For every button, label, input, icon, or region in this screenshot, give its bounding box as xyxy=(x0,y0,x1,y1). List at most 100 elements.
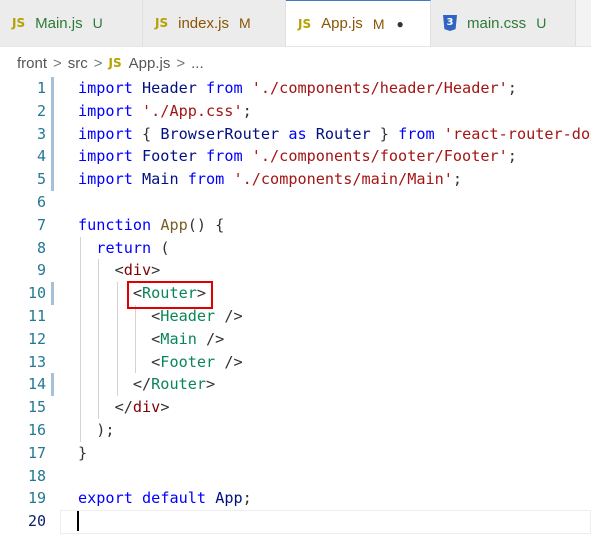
code-line: 10 <Router> xyxy=(0,282,591,305)
line-number: 3 xyxy=(36,124,46,143)
code-token: import xyxy=(78,79,133,97)
code-line: 1 import Header from './components/header… xyxy=(0,77,591,100)
breadcrumb-item[interactable]: front xyxy=(17,55,47,72)
code-token: ; xyxy=(242,101,252,120)
code-token: import xyxy=(78,124,133,143)
code-token: './App.css' xyxy=(132,101,243,120)
breadcrumb-item[interactable]: App.js xyxy=(129,55,171,72)
code-text[interactable]: </div> xyxy=(78,396,170,419)
code-line: 2 import './App.css'; xyxy=(0,99,591,123)
tab-label: index.js xyxy=(178,14,229,32)
code-text[interactable]: import Header from './components/header/… xyxy=(78,77,517,100)
code-line: 9 <div> xyxy=(0,259,591,282)
code-token: from xyxy=(398,124,435,143)
modified-line-marker xyxy=(51,168,54,191)
code-text[interactable]: <Main /> xyxy=(78,328,224,351)
git-status-badge: U xyxy=(92,15,103,31)
code-token: < xyxy=(78,307,161,325)
code-token: from xyxy=(187,170,225,189)
indent-guide xyxy=(116,282,118,397)
tab-Main-js[interactable]: JS Main.js U xyxy=(0,0,143,46)
code-token: { xyxy=(132,124,161,143)
line-number: 15 xyxy=(27,398,46,417)
line-number: 8 xyxy=(36,238,46,257)
code-token: > xyxy=(160,398,170,417)
code-text[interactable]: function App() { xyxy=(78,214,224,237)
line-number: 7 xyxy=(36,215,46,234)
code-token: /> xyxy=(196,329,225,348)
css-file-icon: 3 xyxy=(443,15,457,31)
code-text[interactable]: export default App; xyxy=(78,487,252,510)
code-token: () { xyxy=(187,215,225,234)
code-token: BrowserRouter xyxy=(160,124,280,143)
code-line: 13 <Footer /> xyxy=(0,351,591,374)
modified-line-marker xyxy=(51,145,54,169)
code-token: div xyxy=(132,398,161,417)
modified-line-marker xyxy=(51,77,54,100)
code-token: div xyxy=(123,261,152,280)
code-token: Header xyxy=(160,307,216,325)
unsaved-dot-icon[interactable]: ● xyxy=(396,17,403,31)
code-token: Main xyxy=(160,329,197,348)
js-file-icon: JS xyxy=(108,56,122,70)
indent-guide xyxy=(80,236,81,442)
code-token: from xyxy=(206,147,243,166)
line-number: 10 xyxy=(27,284,46,303)
code-line: 12 <Main /> xyxy=(0,328,591,351)
code-line: 16 ); xyxy=(0,419,591,442)
line-number: 13 xyxy=(27,352,46,371)
code-token: from xyxy=(206,79,243,97)
code-token: /> xyxy=(215,307,243,325)
tab-main-css[interactable]: 3 main.css U xyxy=(431,0,576,46)
line-number: 11 xyxy=(27,307,46,325)
line-number: 12 xyxy=(27,329,46,348)
tab-label: Main.js xyxy=(35,14,83,32)
code-token: import xyxy=(78,101,133,120)
code-text[interactable]: } xyxy=(78,442,87,465)
code-token: /> xyxy=(215,352,243,371)
indent-guide xyxy=(98,259,100,419)
code-token: Router xyxy=(151,375,207,394)
code-text[interactable]: import Main from './components/main/Main… xyxy=(78,168,462,191)
code-line: 19 export default App; xyxy=(0,487,591,510)
tab-label: App.js xyxy=(321,15,363,32)
code-text[interactable]: import Footer from './components/footer/… xyxy=(78,145,517,168)
code-token: > xyxy=(151,261,161,280)
code-token: Main xyxy=(132,170,188,189)
line-number: 18 xyxy=(27,466,46,485)
code-text[interactable]: import './App.css'; xyxy=(78,100,252,123)
code-token: < xyxy=(78,329,161,348)
code-line: 4 import Footer from './components/footer… xyxy=(0,145,591,169)
line-number: 6 xyxy=(36,193,46,211)
code-text[interactable]: return ( xyxy=(78,237,169,260)
code-line: 8 return ( xyxy=(0,237,591,260)
code-line: 3 import { BrowserRouter as Router } from… xyxy=(0,122,591,146)
code-token: ; xyxy=(452,170,463,189)
code-line: 7 function App() { xyxy=(0,214,591,237)
tab-App-js[interactable]: JS App.js M ● xyxy=(286,0,431,46)
js-file-icon: JS xyxy=(12,16,26,30)
code-text[interactable]: <div> xyxy=(78,259,161,282)
git-status-badge: M xyxy=(238,15,251,31)
code-line: 14 </Router> xyxy=(0,373,591,397)
chevron-right-icon: > xyxy=(93,54,103,72)
breadcrumb-item[interactable]: ... xyxy=(191,55,204,72)
code-text[interactable]: ); xyxy=(78,419,114,442)
code-token: ; xyxy=(507,79,517,97)
text-cursor xyxy=(77,511,79,532)
line-number: 9 xyxy=(36,261,46,280)
breadcrumb-item[interactable]: src xyxy=(68,55,88,72)
git-status-badge: M xyxy=(372,15,385,32)
code-token: function xyxy=(78,215,152,234)
code-token: 'react-router-dom' xyxy=(443,124,591,143)
tab-index-js[interactable]: JS index.js M xyxy=(143,0,286,46)
line-number: 4 xyxy=(36,147,46,166)
code-token: ; xyxy=(507,147,517,166)
chevron-right-icon: > xyxy=(53,54,62,72)
code-text[interactable]: import { BrowserRouter as Router } from … xyxy=(78,123,591,146)
code-text[interactable]: <Footer /> xyxy=(78,351,243,374)
modified-line-marker xyxy=(51,99,54,123)
code-token: < xyxy=(78,352,161,371)
